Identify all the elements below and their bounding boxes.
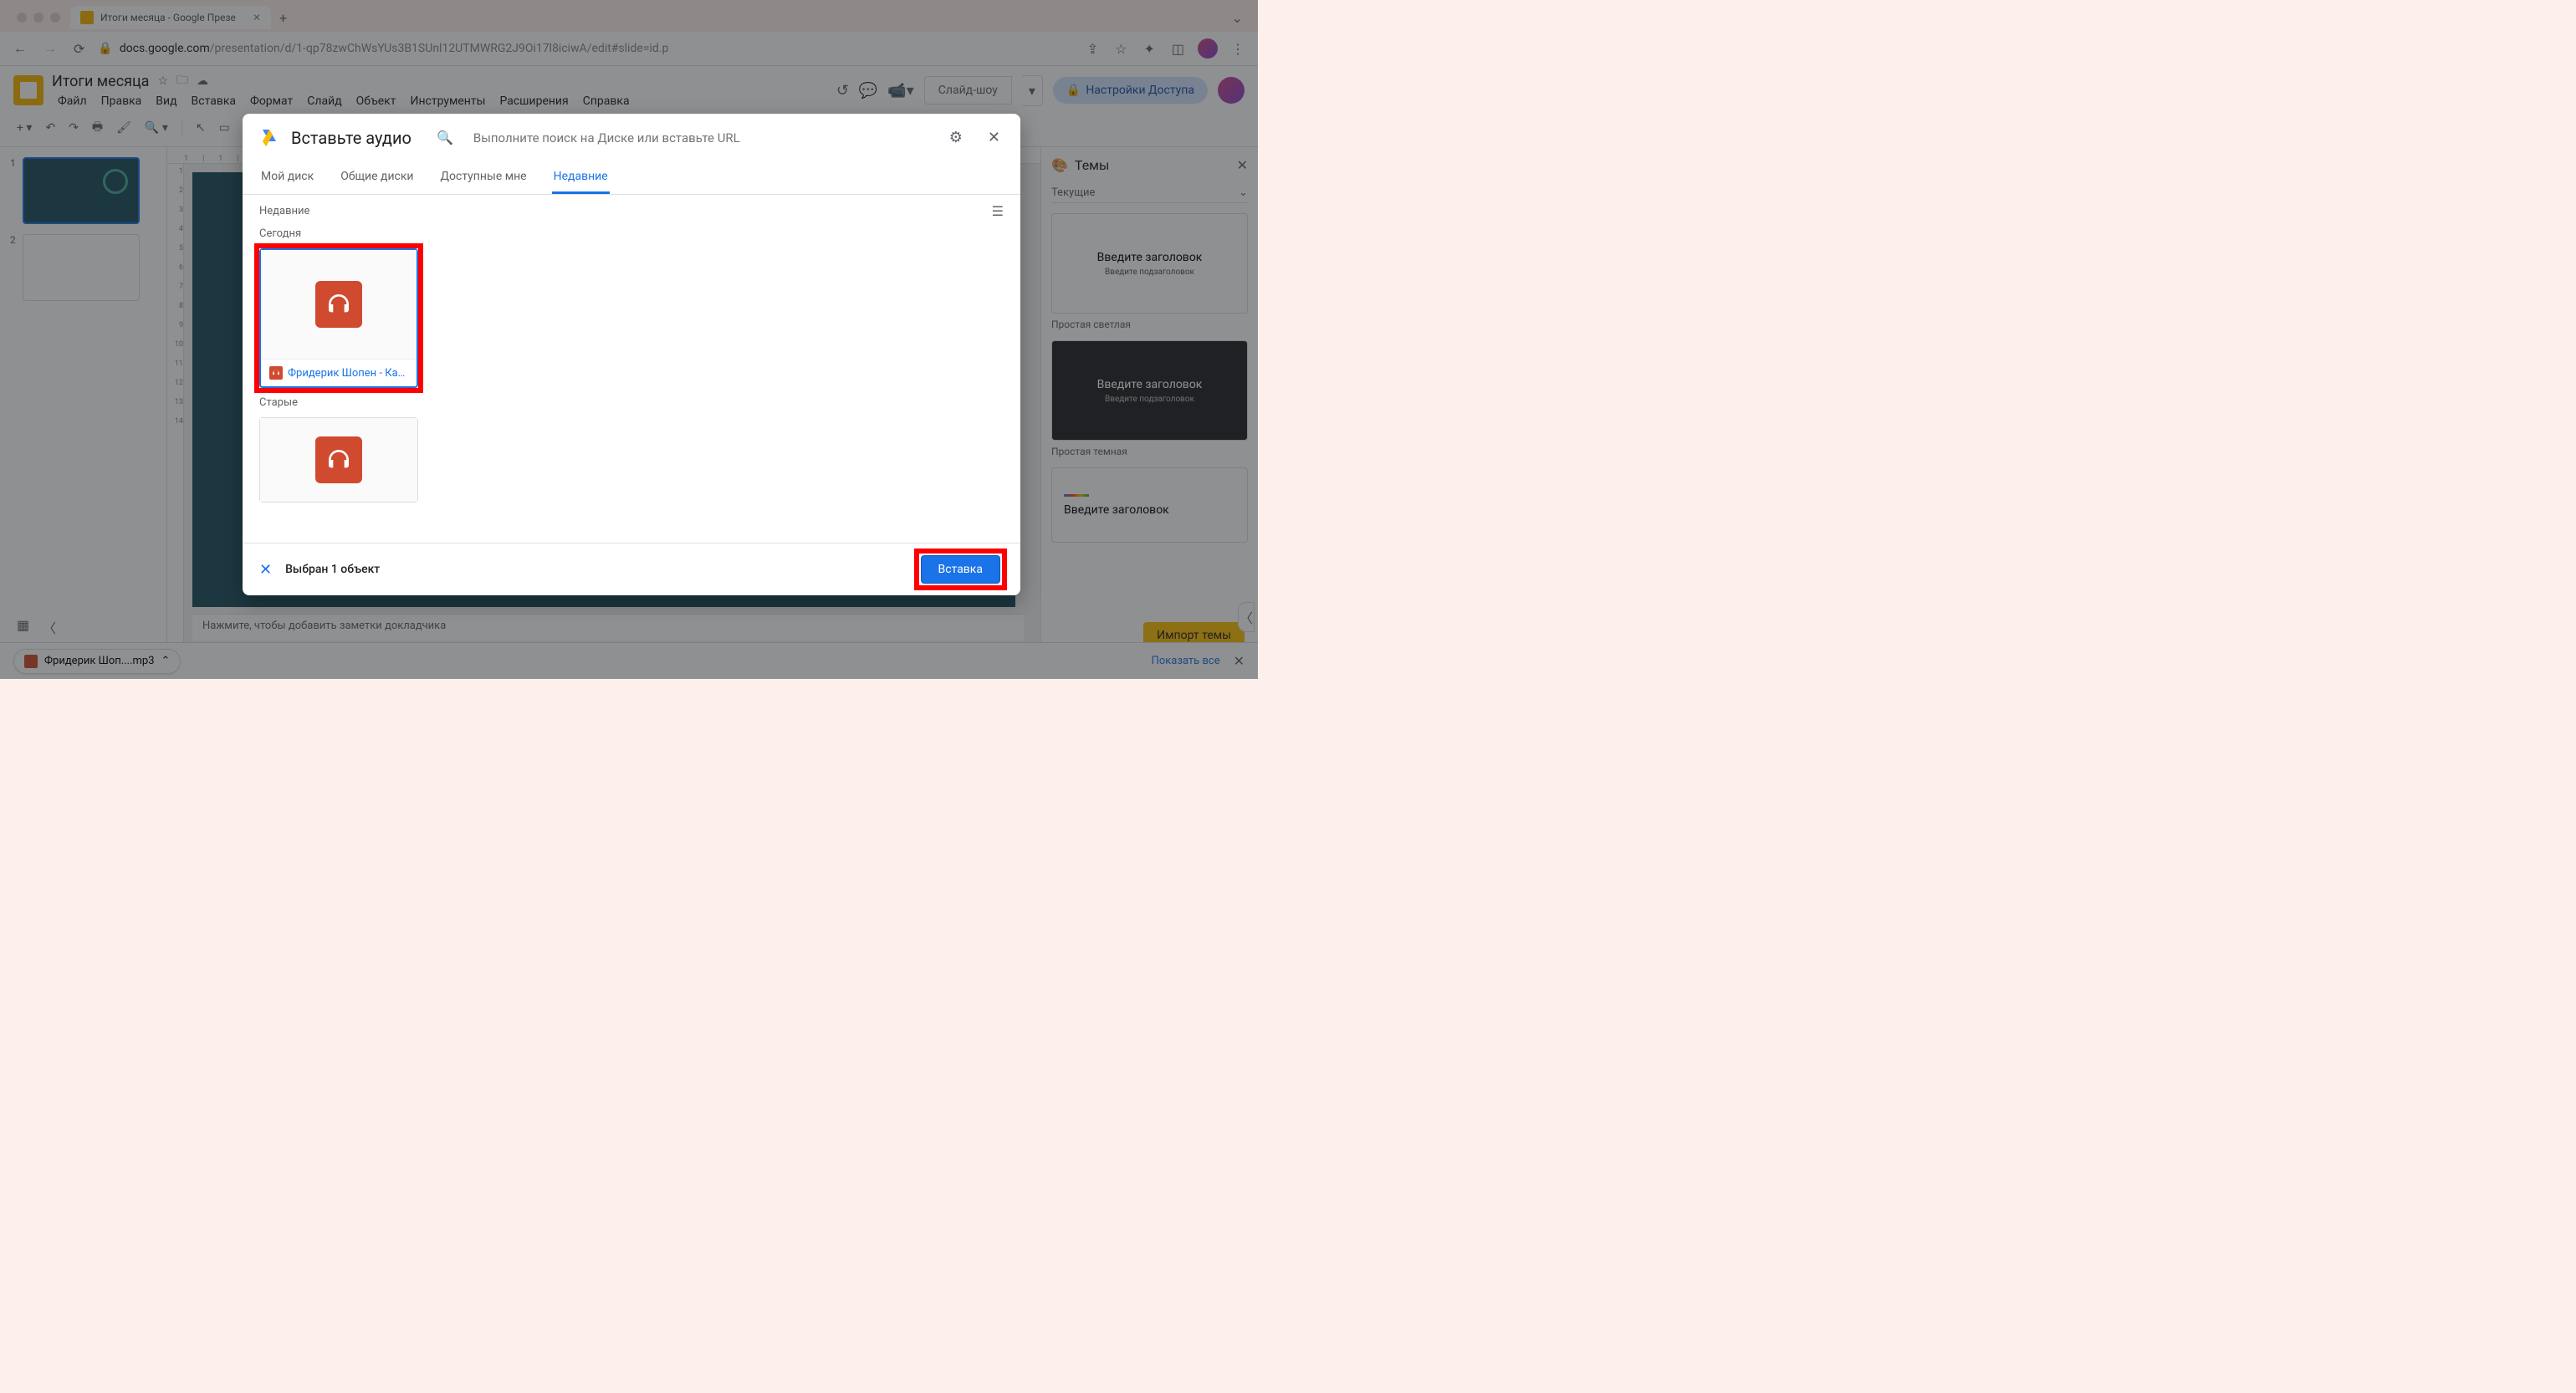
tab-shared-with-me[interactable]: Доступные мне: [439, 161, 529, 194]
tune-icon[interactable]: ⚙: [949, 129, 963, 146]
dialog-title: Вставьте аудио: [291, 128, 411, 148]
highlight-annotation: [914, 549, 1007, 590]
section-old: Старые: [243, 391, 1020, 414]
tab-mydrive[interactable]: Мой диск: [259, 161, 315, 194]
section-today: Сегодня: [243, 222, 1020, 245]
audio-file-icon: [315, 436, 362, 483]
search-icon[interactable]: 🔍: [437, 130, 453, 145]
selection-count: Выбран 1 объект: [285, 563, 380, 576]
close-dialog-icon[interactable]: ✕: [984, 125, 1004, 150]
drive-logo-icon: [259, 128, 279, 148]
insert-audio-dialog: Вставьте аудио 🔍 ⚙ ✕ Мой диск Общие диск…: [243, 114, 1020, 595]
list-view-icon[interactable]: ☰: [992, 203, 1004, 219]
section-label-recent: Недавние: [259, 205, 309, 217]
highlight-annotation: [254, 243, 423, 393]
clear-selection-icon[interactable]: ✕: [259, 561, 272, 579]
dialog-tabs: Мой диск Общие диски Доступные мне Недав…: [243, 161, 1020, 195]
tab-shared-drives[interactable]: Общие диски: [339, 161, 415, 194]
tab-recent[interactable]: Недавние: [552, 161, 610, 194]
search-input[interactable]: [473, 130, 928, 145]
file-card[interactable]: [259, 417, 418, 503]
